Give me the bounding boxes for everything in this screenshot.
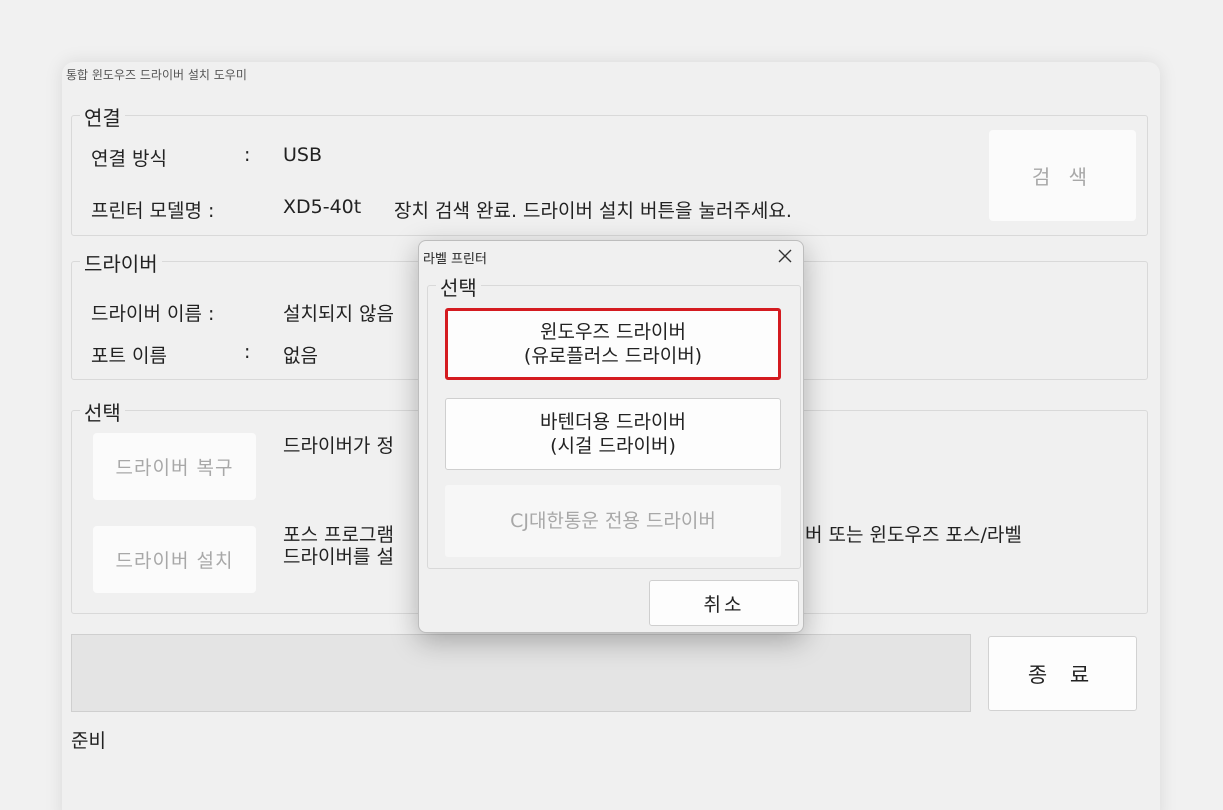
label-printer-dialog: 라벨 프린터 선택 윈도우즈 드라이버 (유로플러스 드라이버) 바텐더용 드라… <box>418 240 804 633</box>
dialog-selection-legend: 선택 <box>436 272 481 301</box>
restore-driver-button[interactable]: 드라이버 복구 <box>93 433 256 500</box>
connection-legend: 연결 <box>80 102 125 131</box>
exit-button[interactable]: 종 료 <box>988 636 1137 711</box>
cj-driver-label: CJ대한통운 전용 드라이버 <box>510 510 716 532</box>
driver-legend: 드라이버 <box>80 248 162 277</box>
windows-driver-label-line1: 윈도우즈 드라이버 <box>540 321 686 343</box>
driver-name-value: 설치되지 않음 <box>283 303 394 325</box>
window-title: 통합 윈도우즈 드라이버 설치 도우미 <box>66 68 247 82</box>
windows-driver-button[interactable]: 윈도우즈 드라이버 (유로플러스 드라이버) <box>445 308 781 380</box>
port-name-label: 포트 이름 <box>91 345 167 367</box>
connection-method-label: 연결 방식 <box>91 148 167 170</box>
install-description-line1b: 버 또는 윈도우즈 포스/라벨 <box>805 524 1022 546</box>
search-button[interactable]: 검 색 <box>989 130 1136 221</box>
connection-method-colon: : <box>244 144 251 166</box>
progress-bar <box>71 634 971 712</box>
dialog-title: 라벨 프린터 <box>423 252 487 267</box>
printer-model-label: 프린터 모델명 : <box>91 200 215 222</box>
cancel-button[interactable]: 취소 <box>649 580 799 626</box>
port-name-colon: : <box>244 341 251 363</box>
status-text: 준비 <box>71 730 106 752</box>
bartender-driver-label-line1: 바텐더용 드라이버 <box>540 411 686 433</box>
connection-status-message: 장치 검색 완료. 드라이버 설치 버튼을 눌러주세요. <box>394 200 792 222</box>
install-description-line2: 드라이버를 설 <box>283 546 394 568</box>
cj-driver-button[interactable]: CJ대한통운 전용 드라이버 <box>445 485 781 557</box>
driver-name-label: 드라이버 이름 : <box>91 303 215 325</box>
bartender-driver-label-line2: (시걸 드라이버) <box>550 435 676 457</box>
printer-model-value: XD5-40t <box>283 196 362 218</box>
connection-method-value: USB <box>283 144 323 166</box>
windows-driver-label-line2: (유로플러스 드라이버) <box>523 345 703 367</box>
port-name-value: 없음 <box>283 345 318 367</box>
install-description-line1: 포스 프로그램 <box>283 524 394 546</box>
restore-description: 드라이버가 정 <box>283 435 394 457</box>
close-icon[interactable] <box>767 241 803 271</box>
selection-legend: 선택 <box>80 397 125 426</box>
close-icon-glyph <box>778 249 792 263</box>
install-driver-button[interactable]: 드라이버 설치 <box>93 526 256 593</box>
bartender-driver-button[interactable]: 바텐더용 드라이버 (시걸 드라이버) <box>445 398 781 470</box>
connection-group: 연결 연결 방식 : USB 프린터 모델명 : XD5-40t 장치 검색 완… <box>71 102 1148 236</box>
